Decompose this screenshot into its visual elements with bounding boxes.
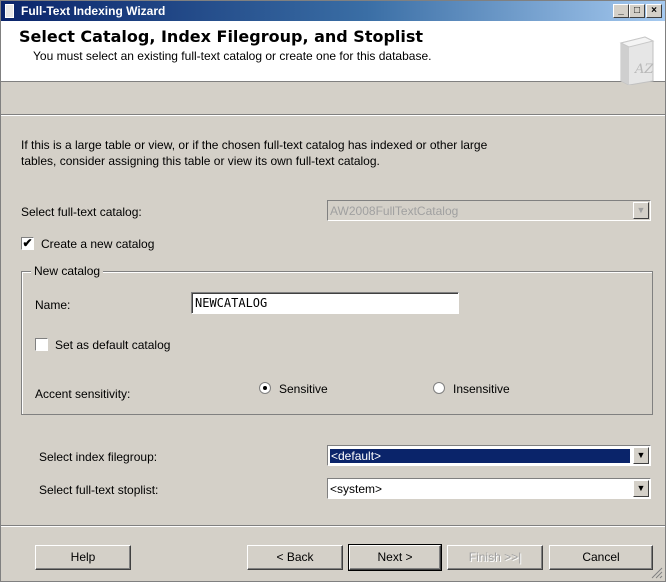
wizard-window: Full-Text Indexing Wizard _ □ × Select C… <box>0 0 666 582</box>
filegroup-label: Select index filegroup: <box>39 450 158 464</box>
create-new-catalog-checkbox[interactable]: ✔ <box>21 237 34 250</box>
filegroup-select-value: <default> <box>330 449 630 463</box>
intro-text-line2: tables, consider assigning this table or… <box>21 154 380 168</box>
radio-selected-dot <box>263 386 267 390</box>
chevron-down-icon: ▼ <box>633 447 649 464</box>
intro-text-line1: If this is a large table or view, or if … <box>21 138 488 152</box>
minimize-button[interactable]: _ <box>613 4 629 18</box>
back-button[interactable]: < Back <box>247 545 343 570</box>
next-button[interactable]: Next > <box>348 544 442 571</box>
chevron-down-icon: ▼ <box>633 480 649 497</box>
catalog-select[interactable]: AW2008FullTextCatalog ▼ <box>327 200 651 221</box>
window-title: Full-Text Indexing Wizard <box>21 4 166 18</box>
page-title: Select Catalog, Index Filegroup, and Sto… <box>19 27 424 46</box>
filegroup-select[interactable]: <default> ▼ <box>327 445 651 466</box>
accent-sensitivity-label: Accent sensitivity: <box>35 387 131 401</box>
catalog-select-value: AW2008FullTextCatalog <box>330 204 459 218</box>
sensitive-radio-label: Sensitive <box>279 382 328 396</box>
stoplist-select[interactable]: <system> ▼ <box>327 478 651 499</box>
resize-grip-icon[interactable] <box>651 567 663 579</box>
catalog-label: Select full-text catalog: <box>21 205 142 219</box>
help-button[interactable]: Help <box>35 545 131 570</box>
footer-divider <box>1 525 665 527</box>
header-divider <box>1 114 665 116</box>
page-subtitle: You must select an existing full-text ca… <box>33 49 432 63</box>
stoplist-select-value: <system> <box>330 482 383 496</box>
window-app-icon <box>5 4 14 18</box>
stoplist-label: Select full-text stoplist: <box>39 483 159 497</box>
catalog-name-label: Name: <box>35 298 71 312</box>
catalog-name-input[interactable] <box>191 292 459 314</box>
catalog-book-icon: AZ <box>619 36 655 85</box>
create-new-catalog-label: Create a new catalog <box>41 237 155 251</box>
insensitive-radio[interactable] <box>433 382 445 394</box>
chevron-down-icon: ▼ <box>633 202 649 219</box>
finish-button[interactable]: Finish >>| <box>447 545 543 570</box>
catalog-book-icon-text: AZ <box>634 62 654 77</box>
new-catalog-group-title: New catalog <box>31 264 104 278</box>
cancel-button[interactable]: Cancel <box>549 545 653 570</box>
wizard-header: Select Catalog, Index Filegroup, and Sto… <box>1 21 665 85</box>
insensitive-radio-label: Insensitive <box>453 382 510 396</box>
sensitive-radio[interactable] <box>259 382 271 394</box>
set-default-catalog-label: Set as default catalog <box>55 338 171 352</box>
title-bar[interactable]: Full-Text Indexing Wizard _ □ × <box>1 1 665 21</box>
close-button[interactable]: × <box>646 4 662 18</box>
set-default-catalog-checkbox[interactable] <box>35 338 48 351</box>
maximize-button[interactable]: □ <box>629 4 645 18</box>
